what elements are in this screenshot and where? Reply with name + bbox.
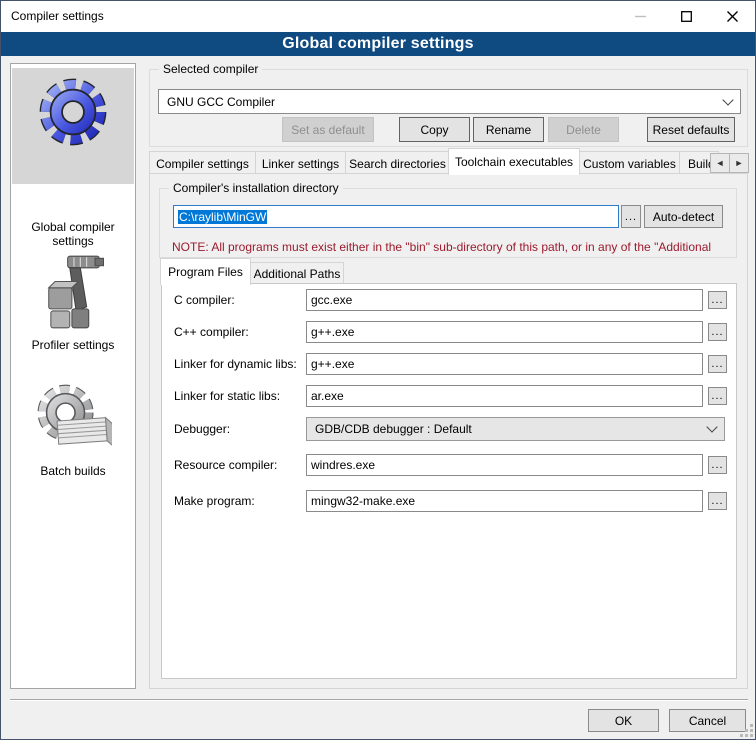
sidebar-item-label: Global compiler settings	[16, 220, 130, 248]
set-as-default-button: Set as default	[282, 117, 374, 142]
tab-toolchain-executables[interactable]: Toolchain executables	[448, 148, 580, 175]
tab-linker-settings[interactable]: Linker settings	[255, 151, 346, 175]
sidebar-item-profiler-settings[interactable]: Profiler settings	[12, 252, 134, 356]
reset-defaults-button[interactable]: Reset defaults	[647, 117, 735, 142]
tab-program-files[interactable]: Program Files	[160, 258, 251, 285]
selected-compiler-legend: Selected compiler	[159, 62, 262, 77]
gear-stack-icon	[36, 380, 112, 460]
installation-directory-input[interactable]: C:\raylib\MinGW	[173, 205, 619, 228]
tab-scroll-left-button[interactable]: ◄	[710, 153, 730, 173]
delete-button: Delete	[548, 117, 619, 142]
make-program-browse-button[interactable]: ...	[708, 492, 727, 510]
linker-static-label: Linker for static libs:	[174, 389, 280, 403]
sidebar-item-label: Batch builds	[16, 464, 130, 478]
tab-compiler-settings[interactable]: Compiler settings	[149, 151, 256, 175]
resize-grip[interactable]	[741, 725, 753, 737]
selected-compiler-group: Selected compiler GNU GCC Compiler Set a…	[149, 69, 748, 147]
cancel-button[interactable]: Cancel	[669, 709, 746, 732]
settings-category-list: Global compiler settings Profiler settin…	[10, 63, 136, 689]
cpp-compiler-input[interactable]: g++.exe	[306, 321, 703, 343]
ok-button[interactable]: OK	[588, 709, 659, 732]
arrow-left-icon: ◄	[716, 158, 725, 168]
compiler-select[interactable]: GNU GCC Compiler	[158, 89, 741, 114]
sidebar-item-batch-builds[interactable]: Batch builds	[12, 380, 134, 480]
make-program-label: Make program:	[174, 494, 255, 508]
minimize-icon	[635, 11, 646, 22]
linker-dynamic-browse-button[interactable]: ...	[708, 355, 727, 373]
cpp-compiler-browse-button[interactable]: ...	[708, 323, 727, 341]
arrow-right-icon: ►	[735, 158, 744, 168]
installation-directory-group: Compiler's installation directory C:\ray…	[159, 188, 737, 258]
c-compiler-browse-button[interactable]: ...	[708, 291, 727, 309]
gear-blue-icon	[38, 74, 108, 150]
debugger-select[interactable]: GDB/CDB debugger : Default	[306, 417, 725, 441]
footer-divider	[10, 699, 748, 701]
make-program-input[interactable]: mingw32-make.exe	[306, 490, 703, 512]
c-compiler-label: C compiler:	[174, 293, 235, 307]
chevron-down-icon	[706, 421, 717, 432]
tab-custom-variables[interactable]: Custom variables	[579, 151, 680, 175]
auto-detect-button[interactable]: Auto-detect	[644, 205, 723, 228]
minimize-button	[617, 1, 663, 32]
linker-dynamic-label: Linker for dynamic libs:	[174, 357, 297, 371]
rename-button[interactable]: Rename	[473, 117, 544, 142]
compiler-select-value: GNU GCC Compiler	[167, 95, 724, 109]
maximize-button[interactable]	[663, 1, 709, 32]
titlebar[interactable]: Compiler settings	[1, 1, 755, 32]
compiler-settings-dialog: Compiler settings Global compiler settin…	[0, 0, 756, 740]
installation-directory-legend: Compiler's installation directory	[169, 181, 343, 196]
resource-compiler-input[interactable]: windres.exe	[306, 454, 703, 476]
browse-directory-button[interactable]: ...	[621, 205, 641, 228]
linker-static-browse-button[interactable]: ...	[708, 387, 727, 405]
tab-scroll-right-button[interactable]: ►	[729, 153, 749, 173]
cpp-compiler-label: C++ compiler:	[174, 325, 249, 339]
sidebar-item-global-compiler-settings[interactable]: Global compiler settings	[12, 72, 134, 244]
linker-dynamic-input[interactable]: g++.exe	[306, 353, 703, 375]
sidebar-item-label: Profiler settings	[16, 338, 130, 352]
copy-button[interactable]: Copy	[399, 117, 470, 142]
resource-compiler-label: Resource compiler:	[174, 458, 277, 472]
maximize-icon	[681, 11, 692, 22]
installation-directory-value: C:\raylib\MinGW	[178, 210, 267, 224]
dialog-banner: Global compiler settings	[1, 32, 755, 56]
chevron-down-icon	[722, 94, 733, 105]
close-icon	[727, 11, 738, 22]
caliper-icon	[40, 252, 108, 332]
program-files-panel: C compiler: gcc.exe ... C++ compiler: g+…	[161, 283, 737, 679]
resource-compiler-browse-button[interactable]: ...	[708, 456, 727, 474]
close-button[interactable]	[709, 1, 755, 32]
note-text: NOTE: All programs must exist either in …	[172, 240, 732, 254]
c-compiler-input[interactable]: gcc.exe	[306, 289, 703, 311]
tab-search-directories[interactable]: Search directories	[345, 151, 450, 175]
linker-static-input[interactable]: ar.exe	[306, 385, 703, 407]
window-title: Compiler settings	[11, 9, 104, 23]
banner-title: Global compiler settings	[282, 35, 474, 53]
tab-additional-paths[interactable]: Additional Paths	[250, 262, 344, 285]
debugger-label: Debugger:	[174, 422, 230, 436]
